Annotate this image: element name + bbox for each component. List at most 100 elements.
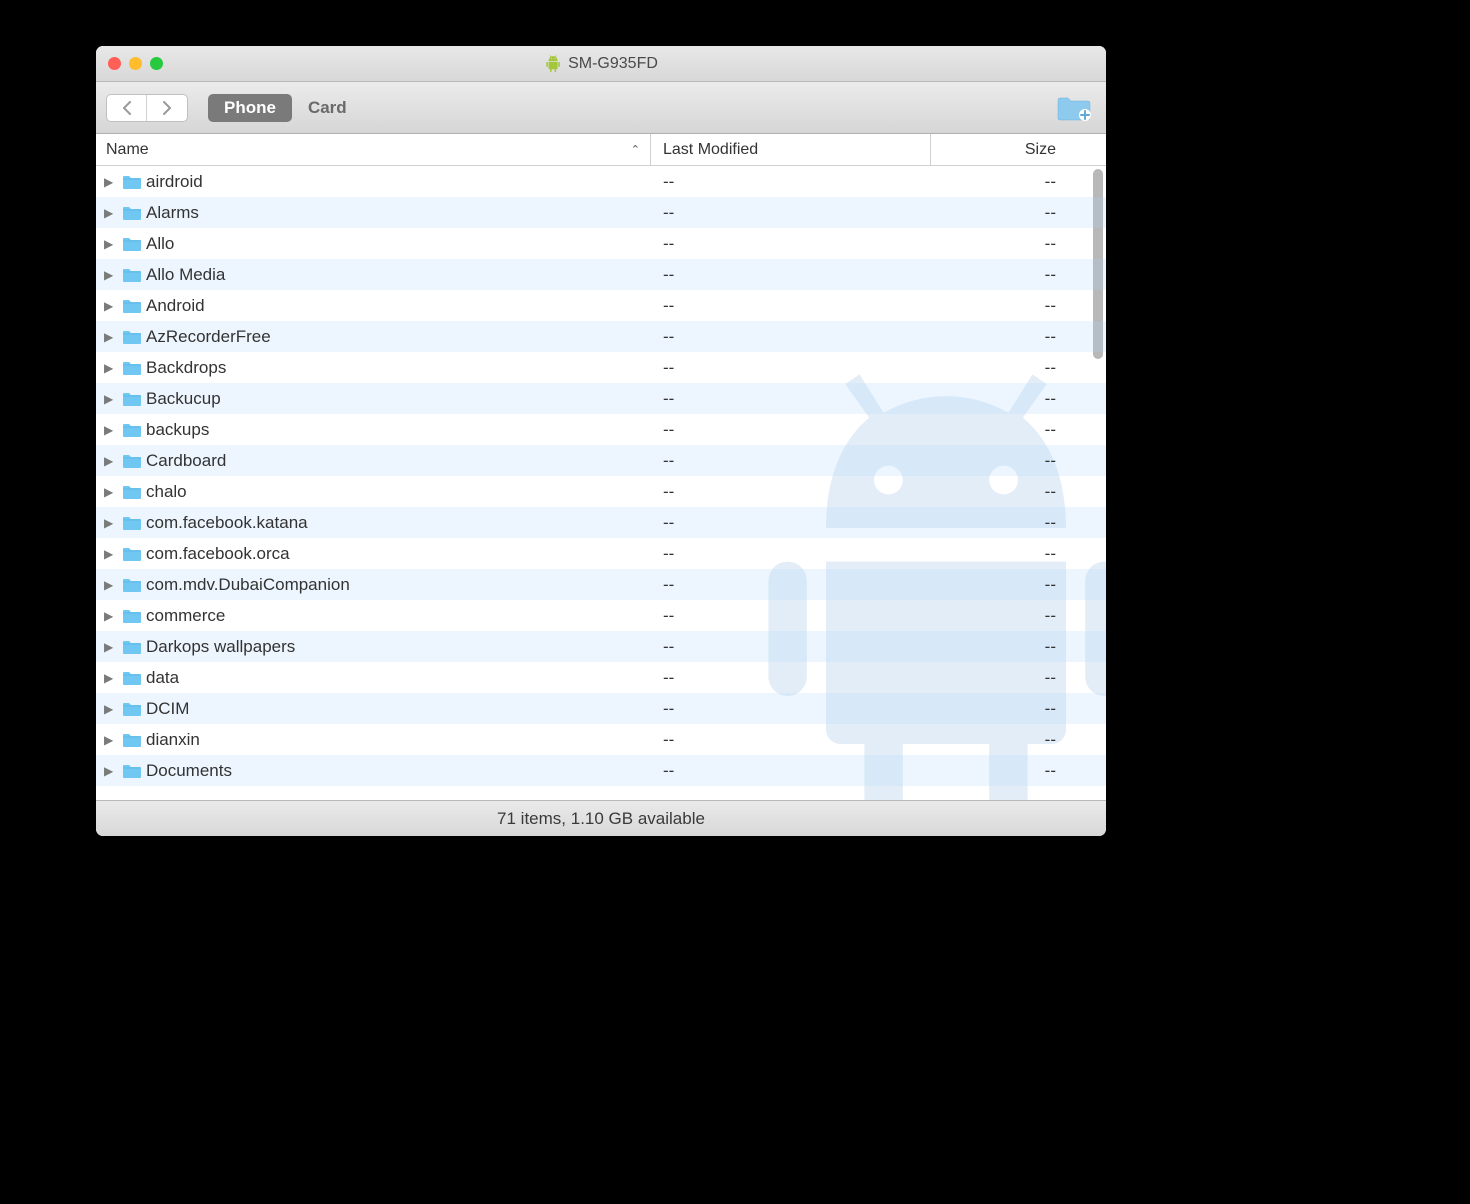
folder-row[interactable]: ▶ com.facebook.katana -- -- [96, 507, 1106, 538]
forward-button[interactable] [147, 95, 187, 121]
folder-icon [122, 298, 142, 314]
folder-row[interactable]: ▶ chalo -- -- [96, 476, 1106, 507]
disclosure-triangle-icon[interactable]: ▶ [104, 206, 118, 220]
row-modified: -- [651, 544, 931, 564]
folder-icon [122, 701, 142, 717]
disclosure-triangle-icon[interactable]: ▶ [104, 764, 118, 778]
row-modified: -- [651, 265, 931, 285]
folder-row[interactable]: ▶ backups -- -- [96, 414, 1106, 445]
row-size: -- [931, 451, 1076, 471]
disclosure-triangle-icon[interactable]: ▶ [104, 237, 118, 251]
folder-row[interactable]: ▶ commerce -- -- [96, 600, 1106, 631]
disclosure-triangle-icon[interactable]: ▶ [104, 516, 118, 530]
folder-name: com.facebook.katana [146, 513, 308, 533]
disclosure-triangle-icon[interactable]: ▶ [104, 547, 118, 561]
row-size: -- [931, 637, 1076, 657]
folder-row[interactable]: ▶ dianxin -- -- [96, 724, 1106, 755]
toolbar: Phone Card [96, 82, 1106, 134]
folder-icon [122, 267, 142, 283]
folder-row[interactable]: ▶ airdroid -- -- [96, 166, 1106, 197]
folder-name: chalo [146, 482, 187, 502]
folder-row[interactable]: ▶ DCIM -- -- [96, 693, 1106, 724]
folder-row[interactable]: ▶ Documents -- -- [96, 755, 1106, 786]
folder-add-icon [1056, 94, 1092, 122]
row-size: -- [931, 575, 1076, 595]
folder-icon [122, 670, 142, 686]
disclosure-triangle-icon[interactable]: ▶ [104, 361, 118, 375]
disclosure-triangle-icon[interactable]: ▶ [104, 485, 118, 499]
disclosure-triangle-icon[interactable]: ▶ [104, 733, 118, 747]
folder-name: com.mdv.DubaiCompanion [146, 575, 350, 595]
disclosure-triangle-icon[interactable]: ▶ [104, 454, 118, 468]
close-button[interactable] [108, 57, 121, 70]
folder-name: Android [146, 296, 205, 316]
folder-row[interactable]: ▶ Allo -- -- [96, 228, 1106, 259]
row-size: -- [931, 668, 1076, 688]
status-text: 71 items, 1.10 GB available [497, 809, 705, 829]
row-size: -- [931, 265, 1076, 285]
folder-row[interactable]: ▶ data -- -- [96, 662, 1106, 693]
file-list[interactable]: ▶ airdroid -- -- ▶ Alarms -- -- ▶ [96, 166, 1106, 800]
folder-row[interactable]: ▶ com.facebook.orca -- -- [96, 538, 1106, 569]
folder-row[interactable]: ▶ AzRecorderFree -- -- [96, 321, 1106, 352]
storage-tabs: Phone Card [208, 94, 363, 122]
folder-row[interactable]: ▶ Backucup -- -- [96, 383, 1106, 414]
folder-icon [122, 422, 142, 438]
column-header-size[interactable]: Size [931, 134, 1076, 165]
minimize-button[interactable] [129, 57, 142, 70]
folder-icon [122, 639, 142, 655]
disclosure-triangle-icon[interactable]: ▶ [104, 330, 118, 344]
folder-name: Darkops wallpapers [146, 637, 295, 657]
disclosure-triangle-icon[interactable]: ▶ [104, 175, 118, 189]
disclosure-triangle-icon[interactable]: ▶ [104, 671, 118, 685]
window-title: SM-G935FD [568, 55, 658, 73]
column-headers: Name ⌃ Last Modified Size [96, 134, 1106, 166]
tab-card[interactable]: Card [292, 94, 363, 122]
folder-row[interactable]: ▶ Cardboard -- -- [96, 445, 1106, 476]
folder-icon [122, 391, 142, 407]
row-modified: -- [651, 296, 931, 316]
row-modified: -- [651, 730, 931, 750]
row-modified: -- [651, 358, 931, 378]
folder-name: Allo [146, 234, 174, 254]
android-icon [544, 55, 562, 73]
row-modified: -- [651, 389, 931, 409]
folder-row[interactable]: ▶ com.mdv.DubaiCompanion -- -- [96, 569, 1106, 600]
row-modified: -- [651, 668, 931, 688]
folder-row[interactable]: ▶ Android -- -- [96, 290, 1106, 321]
window-controls [108, 57, 163, 70]
row-size: -- [931, 699, 1076, 719]
folder-icon [122, 763, 142, 779]
disclosure-triangle-icon[interactable]: ▶ [104, 392, 118, 406]
row-modified: -- [651, 482, 931, 502]
folder-row[interactable]: ▶ Alarms -- -- [96, 197, 1106, 228]
column-label-name: Name [106, 141, 149, 159]
folder-icon [122, 205, 142, 221]
disclosure-triangle-icon[interactable]: ▶ [104, 423, 118, 437]
row-modified: -- [651, 327, 931, 347]
row-size: -- [931, 482, 1076, 502]
row-size: -- [931, 544, 1076, 564]
zoom-button[interactable] [150, 57, 163, 70]
row-size: -- [931, 420, 1076, 440]
disclosure-triangle-icon[interactable]: ▶ [104, 609, 118, 623]
row-modified: -- [651, 451, 931, 471]
disclosure-triangle-icon[interactable]: ▶ [104, 640, 118, 654]
folder-name: airdroid [146, 172, 203, 192]
new-folder-button[interactable] [1056, 94, 1092, 127]
column-header-name[interactable]: Name ⌃ [96, 134, 651, 165]
folder-name: AzRecorderFree [146, 327, 271, 347]
row-modified: -- [651, 575, 931, 595]
disclosure-triangle-icon[interactable]: ▶ [104, 299, 118, 313]
folder-row[interactable]: ▶ Darkops wallpapers -- -- [96, 631, 1106, 662]
folder-icon [122, 360, 142, 376]
tab-phone[interactable]: Phone [208, 94, 292, 122]
disclosure-triangle-icon[interactable]: ▶ [104, 702, 118, 716]
back-button[interactable] [107, 95, 147, 121]
row-size: -- [931, 296, 1076, 316]
column-header-modified[interactable]: Last Modified [651, 134, 931, 165]
disclosure-triangle-icon[interactable]: ▶ [104, 268, 118, 282]
folder-row[interactable]: ▶ Backdrops -- -- [96, 352, 1106, 383]
folder-row[interactable]: ▶ Allo Media -- -- [96, 259, 1106, 290]
disclosure-triangle-icon[interactable]: ▶ [104, 578, 118, 592]
